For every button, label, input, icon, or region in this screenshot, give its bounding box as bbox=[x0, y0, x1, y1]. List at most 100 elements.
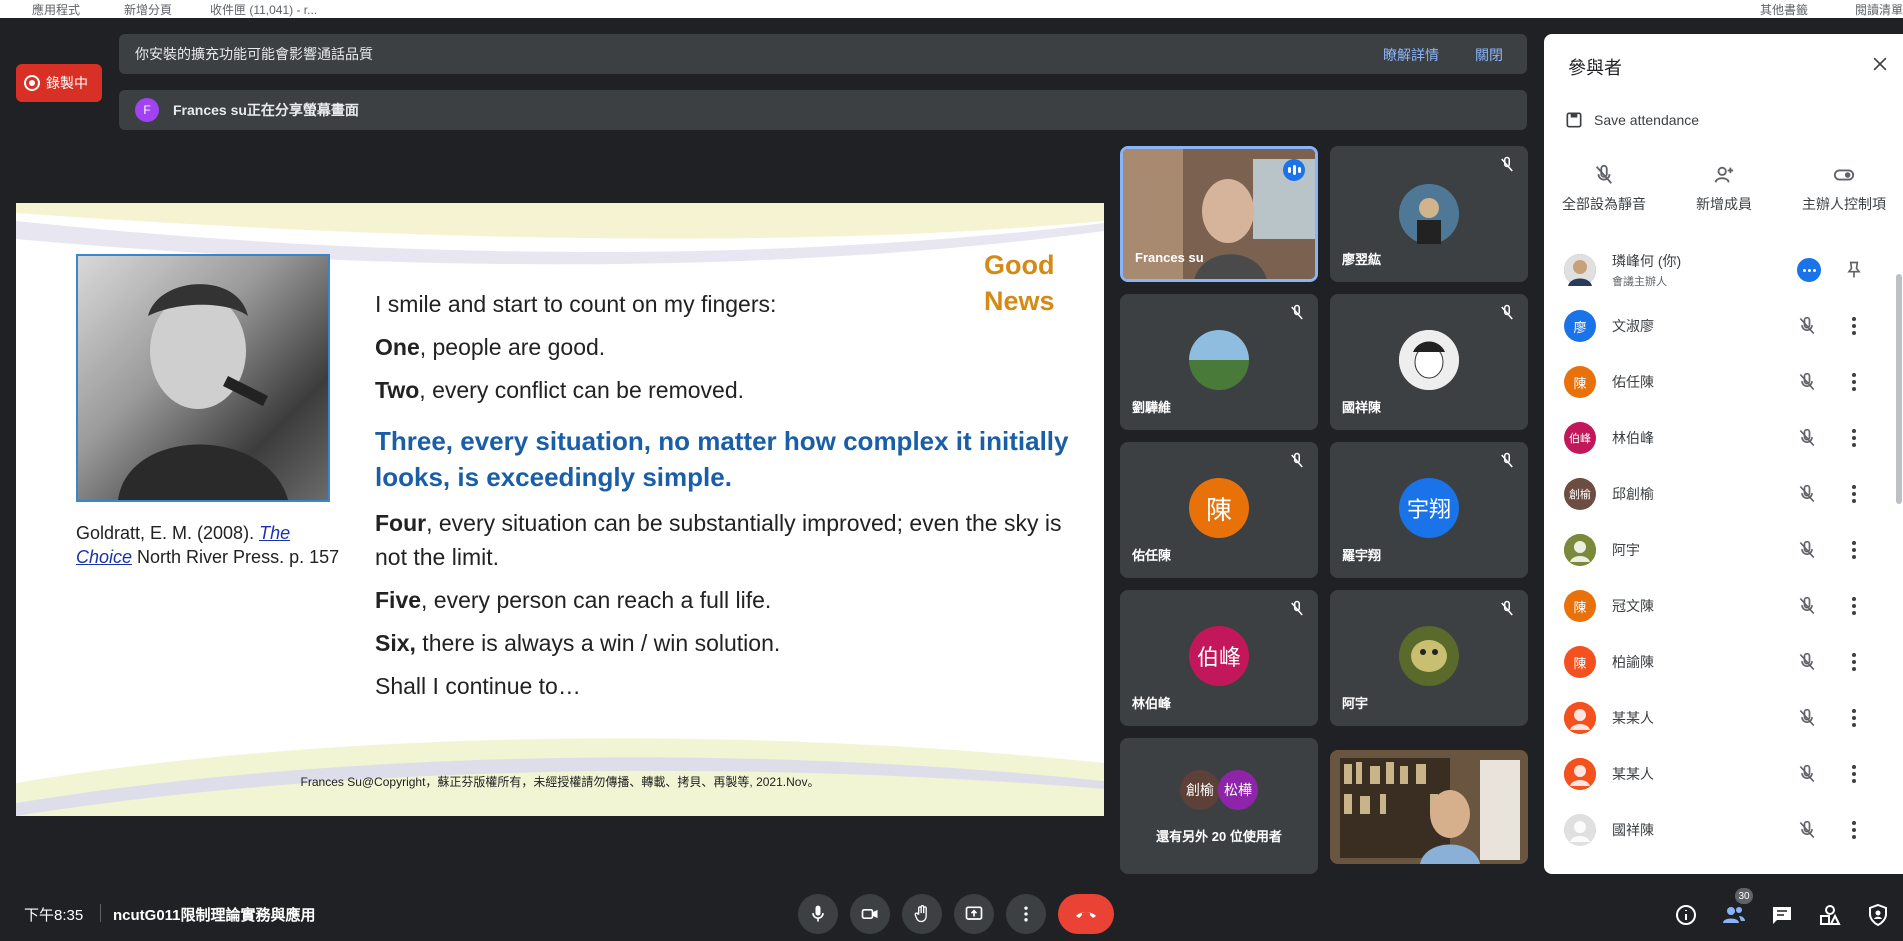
more-vert-icon[interactable] bbox=[1851, 484, 1857, 504]
avatar: 陳 bbox=[1189, 478, 1249, 538]
tile-frances-su[interactable]: Frances su bbox=[1120, 146, 1318, 282]
slide-copyright: Frances Su@Copyright，蘇正芬版權所有，未經授權請勿傳播、轉載… bbox=[300, 775, 820, 789]
more-vert-icon[interactable] bbox=[1851, 540, 1857, 560]
more-vert-icon[interactable] bbox=[1851, 652, 1857, 672]
list-item[interactable]: 伯峰 林伯峰 bbox=[1544, 410, 1894, 466]
slide-caption: Goldratt, E. M. (2008). The Choice North… bbox=[76, 523, 340, 567]
avatar: 陳 bbox=[1564, 366, 1596, 398]
list-item[interactable]: 某某人 bbox=[1544, 746, 1894, 802]
camera-button[interactable] bbox=[850, 894, 890, 934]
list-item[interactable]: 創榆 邱創榆 bbox=[1544, 466, 1894, 522]
avatar bbox=[1189, 330, 1249, 390]
mic-off-icon[interactable] bbox=[1797, 372, 1817, 392]
add-person-icon bbox=[1714, 166, 1734, 183]
pin-icon[interactable] bbox=[1844, 260, 1864, 280]
recording-badge[interactable]: 錄製中 bbox=[16, 64, 102, 102]
list-item[interactable]: 陳柏諭陳 bbox=[1544, 634, 1894, 690]
speaking-indicator-icon bbox=[1283, 159, 1305, 181]
activities-icon[interactable] bbox=[1818, 903, 1842, 927]
bookmark-new-tab[interactable]: 新增分頁 bbox=[124, 1, 172, 18]
raise-hand-button[interactable] bbox=[902, 894, 942, 934]
bookmark-reading-list[interactable]: 閱讀清單 bbox=[1855, 1, 1903, 18]
tile-bofeng[interactable]: 伯峰 林伯峰 bbox=[1120, 590, 1318, 726]
extension-warning-text: 你安裝的擴充功能可能會影響通話品質 bbox=[135, 46, 373, 62]
bookmark-others[interactable]: 其他書籤 bbox=[1760, 1, 1808, 18]
host-controls-button[interactable]: 主辦人控制項 bbox=[1789, 164, 1899, 214]
learn-more-link[interactable]: 瞭解詳情 bbox=[1383, 45, 1439, 65]
record-icon bbox=[24, 75, 40, 91]
mic-icon bbox=[812, 905, 824, 922]
slide-closing-line: Shall I continue to… bbox=[375, 673, 581, 699]
present-screen-icon bbox=[965, 906, 983, 920]
bookmark-inbox[interactable]: 收件匣 (11,041) - r... bbox=[210, 1, 317, 18]
hang-up-icon bbox=[1076, 912, 1096, 918]
chat-icon[interactable] bbox=[1770, 903, 1794, 927]
more-vert-icon[interactable] bbox=[1851, 316, 1857, 336]
host-shield-icon[interactable] bbox=[1866, 903, 1890, 927]
mic-button[interactable] bbox=[798, 894, 838, 934]
add-people-button[interactable]: 新增成員 bbox=[1669, 164, 1779, 214]
more-vert-icon[interactable] bbox=[1851, 372, 1857, 392]
list-item[interactable]: 廖文淑廖 bbox=[1544, 298, 1894, 354]
list-item[interactable]: 阿宇 bbox=[1544, 522, 1894, 578]
end-call-button[interactable] bbox=[1058, 894, 1114, 934]
list-item[interactable]: 陳冠文陳 bbox=[1544, 578, 1894, 634]
author-photo bbox=[76, 254, 330, 502]
save-attendance-button[interactable]: Save attendance bbox=[1564, 110, 1699, 130]
tile-self-video[interactable] bbox=[1330, 750, 1528, 864]
slide-intro-line: I smile and start to count on my fingers… bbox=[375, 291, 777, 317]
list-item[interactable]: 陳佑任陳 bbox=[1544, 354, 1894, 410]
list-item[interactable]: 某某人 bbox=[1544, 690, 1894, 746]
mic-off-icon[interactable] bbox=[1797, 820, 1817, 840]
avatar bbox=[1564, 534, 1596, 566]
participant-name: 阿宇 bbox=[1612, 542, 1640, 558]
avatar bbox=[1399, 184, 1459, 244]
mic-off-icon[interactable] bbox=[1797, 316, 1817, 336]
avatar: 陳 bbox=[1564, 590, 1596, 622]
tile-youren[interactable]: 陳 佑任陳 bbox=[1120, 442, 1318, 578]
scrollbar[interactable] bbox=[1896, 274, 1902, 504]
mic-off-icon[interactable] bbox=[1797, 596, 1817, 616]
avatar: 伯峰 bbox=[1189, 626, 1249, 686]
mic-off-icon[interactable] bbox=[1797, 708, 1817, 728]
participant-name: 邱創榆 bbox=[1612, 486, 1654, 502]
more-vert-icon[interactable] bbox=[1851, 428, 1857, 448]
participant-list: 璘峰何 (你) 會議主辦人 廖文淑廖陳佑任陳 伯峰 林伯峰 創榆 邱創榆阿宇陳冠文陳陳柏諭… bbox=[1544, 242, 1894, 858]
recording-label: 錄製中 bbox=[46, 75, 88, 91]
present-button[interactable] bbox=[954, 894, 994, 934]
tile-ayu[interactable]: 阿宇 bbox=[1330, 590, 1528, 726]
mic-off-icon[interactable] bbox=[1797, 764, 1817, 784]
mic-off-icon[interactable] bbox=[1797, 540, 1817, 560]
tile-yuxiang[interactable]: 宇翔 羅宇翔 bbox=[1330, 442, 1528, 578]
participant-name: 國祥陳 bbox=[1612, 822, 1654, 838]
more-options-icon[interactable] bbox=[1797, 258, 1821, 282]
close-warning-button[interactable]: 關閉 bbox=[1475, 45, 1503, 65]
info-icon[interactable] bbox=[1674, 903, 1698, 927]
panel-title: 參與者 bbox=[1568, 58, 1622, 78]
people-icon[interactable] bbox=[1722, 903, 1746, 927]
mic-off-icon bbox=[1501, 600, 1513, 616]
more-vert-icon[interactable] bbox=[1851, 596, 1857, 616]
presenter-avatar: F bbox=[135, 98, 159, 122]
avatar bbox=[1399, 330, 1459, 390]
meeting-title: ncutG011限制理論實務與應用 bbox=[113, 907, 316, 924]
more-vert-icon[interactable] bbox=[1851, 764, 1857, 784]
list-item[interactable]: 國祥陳 bbox=[1544, 802, 1894, 858]
more-vert-icon[interactable] bbox=[1851, 820, 1857, 840]
tile-guoxiang[interactable]: 國祥陳 bbox=[1330, 294, 1528, 430]
more-options-button[interactable] bbox=[1006, 894, 1046, 934]
list-item[interactable]: 璘峰何 (你) 會議主辦人 bbox=[1544, 242, 1894, 298]
tile-others[interactable]: 創榆 松樺 還有另外 20 位使用者 bbox=[1120, 738, 1318, 874]
avatar: 松樺 bbox=[1218, 770, 1258, 810]
tile-liu[interactable]: 劉驊維 bbox=[1120, 294, 1318, 430]
participants-panel: 參與者 Save attendance 全部設為靜音 新增成員 主辦人控制項 璘… bbox=[1544, 34, 1903, 874]
mute-all-button[interactable]: 全部設為靜音 bbox=[1549, 164, 1659, 214]
mic-off-icon[interactable] bbox=[1797, 652, 1817, 672]
mic-off-icon[interactable] bbox=[1797, 484, 1817, 504]
close-icon[interactable] bbox=[1870, 54, 1890, 74]
bookmark-apps[interactable]: 應用程式 bbox=[32, 1, 80, 18]
slide-point-six: Six, there is always a win / win solutio… bbox=[375, 630, 781, 656]
mic-off-icon[interactable] bbox=[1797, 428, 1817, 448]
more-vert-icon[interactable] bbox=[1851, 708, 1857, 728]
tile-liao[interactable]: 廖翌紘 bbox=[1330, 146, 1528, 282]
